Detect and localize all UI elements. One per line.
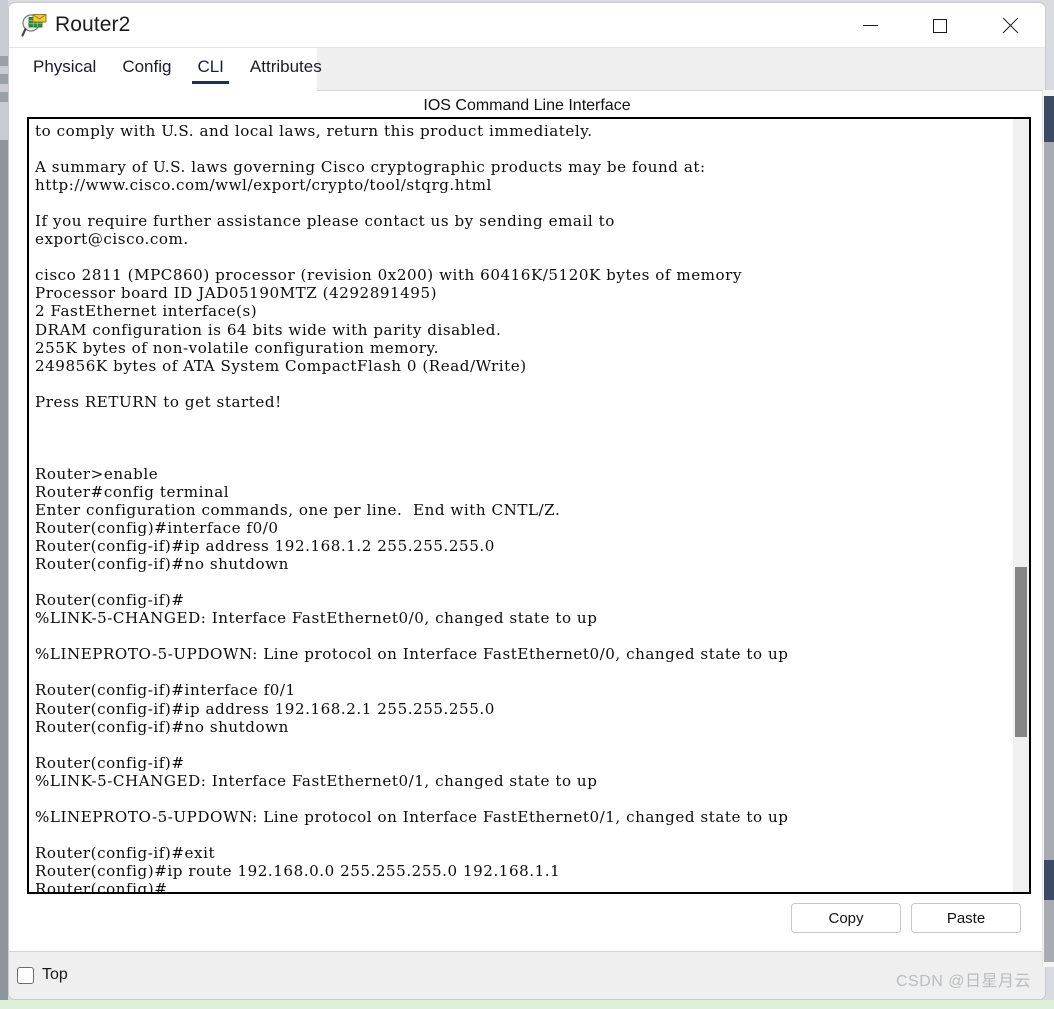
desktop-backdrop-bottom — [0, 1000, 1054, 1009]
terminal-scrollbar-thumb[interactable] — [1015, 567, 1027, 737]
maximize-icon — [933, 18, 947, 33]
top-checkbox[interactable] — [17, 966, 34, 984]
top-checkbox-label: Top — [42, 966, 68, 983]
desktop-backdrop-left — [0, 0, 8, 1009]
app-root: Router2 Physical Config CLI Attributes I… — [0, 0, 1054, 1009]
paste-button[interactable]: Paste — [911, 903, 1021, 933]
tab-config[interactable]: Config — [120, 55, 173, 84]
window-title: Router2 — [55, 13, 131, 36]
top-checkbox-row[interactable]: Top — [17, 966, 68, 984]
backdrop-bar — [0, 74, 8, 84]
packet-tracer-icon — [21, 14, 47, 37]
maximize-button[interactable] — [905, 3, 975, 48]
window-scrollbar-track[interactable] — [1044, 900, 1054, 962]
minimize-icon — [862, 25, 878, 26]
close-button[interactable] — [975, 3, 1045, 48]
cli-panel: IOS Command Line Interface to comply wit… — [9, 91, 1045, 999]
window-scrollbar-thumb[interactable] — [1044, 860, 1054, 900]
backdrop-bar — [0, 56, 8, 66]
window-scrollbar-track[interactable] — [1044, 142, 1054, 860]
minimize-button[interactable] — [835, 3, 905, 48]
tab-bar: Physical Config CLI Attributes — [9, 48, 1045, 91]
terminal-output: to comply with U.S. and local laws, retu… — [35, 122, 789, 892]
router-window: Router2 Physical Config CLI Attributes I… — [8, 2, 1046, 1000]
window-scrollbar[interactable] — [1042, 90, 1054, 967]
terminal-output-area[interactable]: to comply with U.S. and local laws, retu… — [29, 119, 1013, 892]
window-scrollbar-thumb[interactable] — [1044, 96, 1054, 142]
title-bar: Router2 — [9, 3, 1045, 48]
copy-button[interactable]: Copy — [791, 903, 901, 933]
tab-attributes[interactable]: Attributes — [248, 55, 324, 84]
backdrop-bar — [0, 92, 8, 102]
tab-cli[interactable]: CLI — [192, 55, 230, 84]
window-controls — [835, 3, 1045, 48]
bottom-bar: Top CSDN @日星月云 — [9, 951, 1045, 999]
watermark: CSDN @日星月云 — [895, 973, 1031, 990]
panel-title: IOS Command Line Interface — [423, 97, 631, 114]
terminal-scrollbar[interactable] — [1013, 119, 1029, 892]
action-button-row: Copy Paste — [791, 903, 1021, 933]
tab-list: Physical Config CLI Attributes — [9, 48, 322, 91]
terminal-container: to comply with U.S. and local laws, retu… — [27, 117, 1031, 894]
close-icon — [1001, 17, 1019, 35]
backdrop-bar — [0, 140, 8, 1000]
tab-physical[interactable]: Physical — [31, 55, 98, 84]
